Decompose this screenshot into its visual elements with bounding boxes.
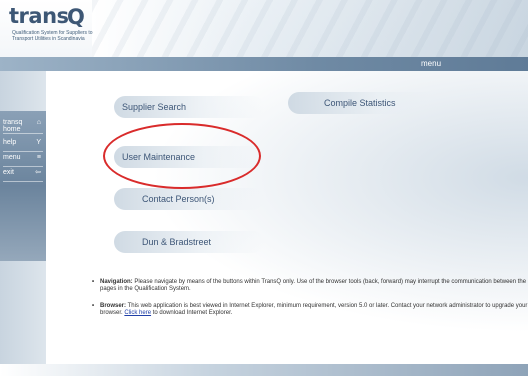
contact-persons-button[interactable]: Contact Person(s) xyxy=(114,188,264,210)
compile-statistics-button[interactable]: Compile Statistics xyxy=(288,92,438,114)
browser-title: Browser: xyxy=(100,303,127,309)
button-label: Contact Person(s) xyxy=(142,194,215,204)
navigation-title: Navigation: xyxy=(100,279,133,285)
notes: • Navigation: Please navigate by means o… xyxy=(90,279,528,327)
exit-icon: ⇦ xyxy=(35,169,41,176)
footer-band xyxy=(0,364,528,376)
sidebar-item-menu[interactable]: menu ≡ xyxy=(3,154,43,167)
sidebar-item-label: transq home xyxy=(3,119,23,133)
dun-bradstreet-button[interactable]: Dun & Bradstreet xyxy=(114,231,264,253)
sidebar: transq home ⌂ help Y menu ≡ exit ⇦ xyxy=(0,71,46,376)
home-icon: ⌂ xyxy=(36,119,41,126)
button-label: Compile Statistics xyxy=(324,98,396,108)
download-ie-link[interactable]: Click here xyxy=(124,310,151,316)
browser-note: • Browser: This web application is best … xyxy=(90,303,528,317)
button-label: Supplier Search xyxy=(122,102,187,112)
sidebar-item-label: help xyxy=(3,139,17,146)
help-icon: Y xyxy=(36,139,41,146)
sidebar-item-home[interactable]: transq home ⌂ xyxy=(3,119,43,134)
menu-icon: ≡ xyxy=(36,154,41,161)
highlight-ellipse xyxy=(103,123,261,189)
sidebar-item-help[interactable]: help Y xyxy=(3,139,43,152)
sidebar-item-label: menu xyxy=(3,154,21,161)
button-label: Dun & Bradstreet xyxy=(142,237,212,247)
navigation-text: Please navigate by means of the buttons … xyxy=(100,279,527,292)
logo-mark: Q xyxy=(67,5,85,29)
sidebar-item-label: exit xyxy=(3,169,14,176)
logo-subtitle: Qualification System for Suppliers to Tr… xyxy=(12,30,93,42)
navigation-note: • Navigation: Please navigate by means o… xyxy=(90,279,528,293)
header-photo xyxy=(92,0,528,57)
browser-tail: to download Internet Explorer. xyxy=(152,310,233,316)
bullet: • xyxy=(92,279,95,285)
menu-bar-label: menu xyxy=(421,59,442,68)
sidebar-item-exit[interactable]: exit ⇦ xyxy=(3,169,43,182)
supplier-search-button[interactable]: Supplier Search xyxy=(114,96,264,118)
main-content: Supplier Search Compile Statistics User … xyxy=(46,71,528,376)
logo: trans xyxy=(9,4,69,28)
menu-bar: menu xyxy=(0,57,528,71)
header: trans Q Qualification System for Supplie… xyxy=(0,0,528,57)
bullet: • xyxy=(92,303,95,309)
